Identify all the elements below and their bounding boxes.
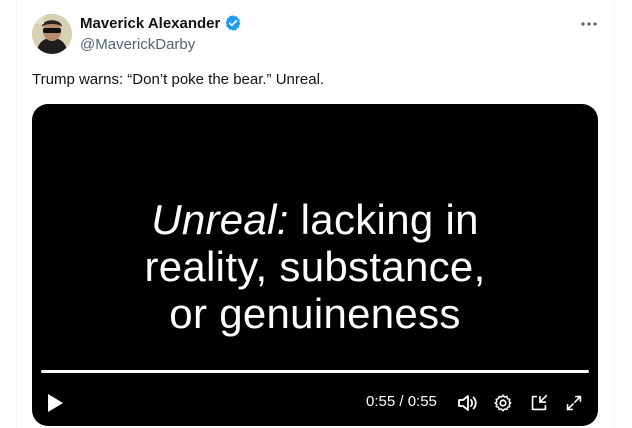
author-display-name[interactable]: Maverick Alexander: [80, 15, 220, 32]
video-caption: Unreal: lacking in reality, substance, o…: [32, 196, 598, 337]
author-handle[interactable]: @MaverickDarby: [80, 36, 195, 53]
more-options-icon[interactable]: [578, 14, 600, 34]
dock-minimize-icon[interactable]: [528, 391, 550, 420]
caption-line-1: Unreal: lacking in: [32, 196, 598, 243]
play-icon[interactable]: [45, 391, 65, 420]
caption-italic-word: Unreal:: [151, 196, 289, 243]
volume-icon[interactable]: [456, 391, 478, 420]
caption-line-2: reality, substance,: [144, 243, 486, 290]
author-name-row: Maverick Alexander: [80, 14, 242, 32]
settings-gear-icon[interactable]: [492, 391, 514, 420]
card-border-right: [614, 0, 615, 428]
video-player[interactable]: Unreal: lacking in reality, substance, o…: [32, 104, 598, 426]
caption-line-3: or genuineness: [169, 290, 461, 337]
video-time: 0:55 / 0:55: [366, 393, 437, 410]
fullscreen-icon[interactable]: [563, 391, 585, 420]
avatar-image: [32, 14, 72, 54]
tweet-text: Trump warns: “Don’t poke the bear.” Unre…: [32, 71, 325, 88]
video-progress-bar[interactable]: [41, 370, 589, 373]
card-border-left: [16, 0, 17, 428]
video-controls: 0:55 / 0:55: [32, 386, 598, 422]
verified-badge-icon[interactable]: [224, 14, 242, 32]
avatar[interactable]: [32, 14, 72, 54]
caption-line-1-rest: lacking in: [288, 196, 479, 243]
